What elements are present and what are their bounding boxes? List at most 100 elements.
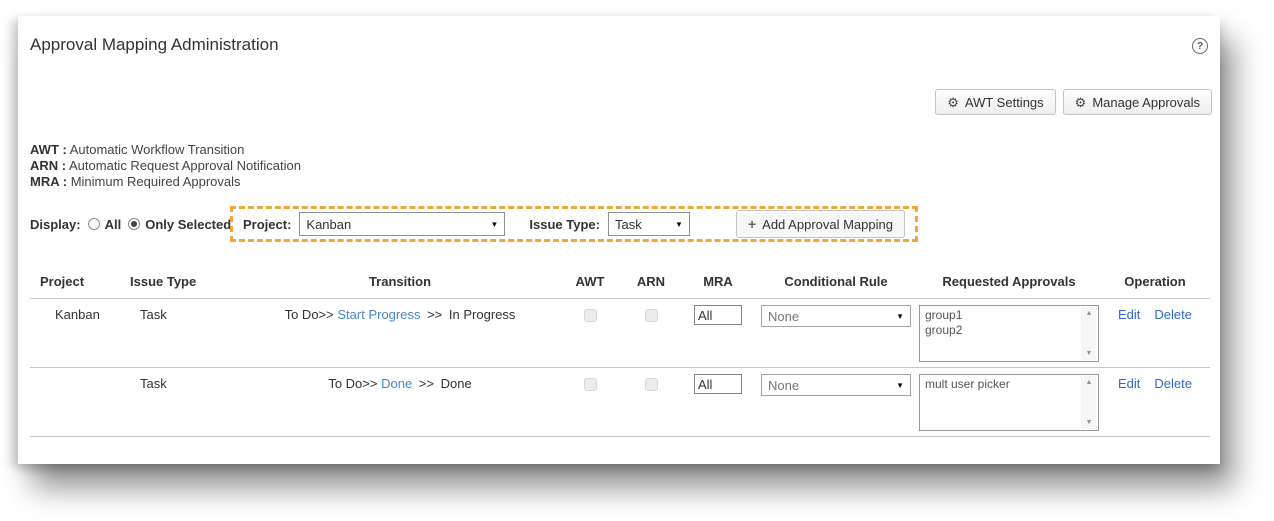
transition-to: In Progress: [448, 307, 516, 322]
header-project: Project: [30, 268, 130, 299]
cell-requested-approvals: group1 group2 ▲ ▼: [918, 298, 1100, 368]
gear-icon: ⚙: [947, 94, 959, 110]
dropdown-arrow-icon: ▼: [896, 311, 904, 321]
display-label: Display:: [30, 216, 81, 232]
issue-type-select[interactable]: Task ▼: [607, 212, 690, 236]
legend-line-mra: MRA : Minimum Required Approvals: [30, 174, 301, 190]
transition-arrow: >>: [418, 376, 434, 391]
cell-requested-approvals: mult user picker ▲ ▼: [918, 367, 1100, 437]
cell-conditional-rule: None ▼: [754, 298, 918, 368]
legend-line-awt: AWT : Automatic Workflow Transition: [30, 142, 301, 158]
cell-project: Kanban: [30, 298, 130, 368]
project-label: Project:: [243, 216, 292, 232]
legend-abbr-awt: AWT :: [30, 142, 67, 157]
awt-checkbox[interactable]: [583, 309, 597, 322]
scroll-down-icon[interactable]: ▼: [1086, 419, 1093, 426]
legend-desc-awt: Automatic Workflow Transition: [69, 142, 245, 157]
manage-approvals-label: Manage Approvals: [1092, 94, 1200, 110]
transition-from: To Do>>: [284, 307, 334, 322]
scroll-down-icon[interactable]: ▼: [1086, 350, 1093, 357]
header-conditional-rule: Conditional Rule: [754, 268, 918, 299]
edit-link[interactable]: Edit: [1118, 307, 1140, 322]
arn-checkbox[interactable]: [644, 378, 658, 391]
arn-checkbox[interactable]: [644, 309, 658, 322]
project-select[interactable]: Kanban ▼: [299, 212, 506, 236]
add-approval-mapping-button[interactable]: + Add Approval Mapping: [735, 210, 905, 238]
dropdown-arrow-icon: ▼: [675, 219, 683, 229]
radio-circle-icon: [87, 218, 100, 230]
cell-transition: To Do>> Done >> Done: [240, 367, 560, 437]
scrollbar[interactable]: ▲ ▼: [1081, 376, 1097, 429]
requested-approvals-text: group1 group2: [925, 308, 963, 337]
radio-all-label: All: [104, 216, 122, 232]
approval-mapping-panel: Approval Mapping Administration ? ⚙ AWT …: [18, 16, 1220, 464]
table-row: Task To Do>> Done >> Done None ▼: [30, 367, 1210, 437]
requested-approvals-box[interactable]: group1 group2 ▲ ▼: [919, 305, 1099, 362]
issue-type-select-value: Task: [614, 216, 642, 232]
conditional-rule-select[interactable]: None ▼: [761, 305, 911, 327]
transition-action-link[interactable]: Start Progress: [337, 307, 420, 322]
legend-desc-arn: Automatic Request Approval Notification: [69, 158, 301, 173]
conditional-rule-value: None: [768, 377, 800, 393]
add-mapping-highlight-box: Project: Kanban ▼ Issue Type: Task ▼ + A…: [230, 206, 918, 242]
table-header-row: Project Issue Type Transition AWT ARN MR…: [30, 268, 1210, 299]
header-arn: ARN: [620, 268, 682, 299]
cell-awt: [560, 298, 620, 368]
transition-action-link[interactable]: Done: [381, 376, 412, 391]
cell-mra: [682, 298, 754, 368]
plus-icon: +: [747, 216, 757, 232]
radio-all[interactable]: All: [87, 216, 122, 232]
scroll-up-icon[interactable]: ▲: [1086, 310, 1093, 317]
mra-input[interactable]: [694, 374, 742, 394]
legend-abbr-mra: MRA :: [30, 174, 68, 189]
header-operation: Operation: [1100, 268, 1210, 299]
conditional-rule-value: None: [768, 308, 800, 324]
mra-input[interactable]: [694, 305, 742, 325]
display-filter-group: Display: All Only Selected: [30, 216, 231, 232]
table-row: Kanban Task To Do>> Start Progress >> In…: [30, 298, 1210, 368]
scroll-up-icon[interactable]: ▲: [1086, 379, 1093, 386]
header-issue-type: Issue Type: [130, 268, 240, 299]
edit-link[interactable]: Edit: [1118, 376, 1140, 391]
requested-approvals-text: mult user picker: [925, 377, 1010, 391]
transition-from: To Do>>: [328, 376, 378, 391]
page-title: Approval Mapping Administration: [30, 35, 279, 54]
cell-arn: [620, 367, 682, 437]
requested-approvals-box[interactable]: mult user picker ▲ ▼: [919, 374, 1099, 431]
cell-issue-type: Task: [130, 298, 240, 368]
header-transition: Transition: [240, 268, 560, 299]
conditional-rule-select[interactable]: None ▼: [761, 374, 911, 396]
issue-type-label: Issue Type:: [529, 216, 600, 232]
radio-only-selected[interactable]: Only Selected: [128, 217, 231, 232]
legend: AWT : Automatic Workflow Transition ARN …: [30, 142, 301, 190]
delete-link[interactable]: Delete: [1154, 307, 1192, 322]
legend-desc-mra: Minimum Required Approvals: [70, 174, 241, 189]
awt-settings-label: AWT Settings: [964, 94, 1044, 110]
awt-settings-button[interactable]: ⚙ AWT Settings: [935, 89, 1056, 115]
header-awt: AWT: [560, 268, 620, 299]
delete-link[interactable]: Delete: [1154, 376, 1192, 391]
awt-checkbox[interactable]: [583, 378, 597, 391]
radio-circle-icon: [128, 218, 141, 230]
project-select-value: Kanban: [306, 216, 352, 232]
cell-conditional-rule: None ▼: [754, 367, 918, 437]
gear-icon: ⚙: [1074, 94, 1087, 110]
legend-line-arn: ARN : Automatic Request Approval Notific…: [30, 158, 301, 174]
cell-project: [30, 367, 130, 437]
scrollbar[interactable]: ▲ ▼: [1081, 307, 1097, 360]
header-requested-approvals: Requested Approvals: [918, 268, 1100, 299]
cell-arn: [620, 298, 682, 368]
cell-mra: [682, 367, 754, 437]
add-approval-mapping-label: Add Approval Mapping: [762, 216, 893, 232]
cell-transition: To Do>> Start Progress >> In Progress: [240, 298, 560, 368]
header-mra: MRA: [682, 268, 754, 299]
transition-arrow: >>: [427, 307, 443, 322]
manage-approvals-button[interactable]: ⚙ Manage Approvals: [1062, 89, 1212, 115]
cell-operation: Edit Delete: [1100, 298, 1210, 368]
toolbar: ⚙ AWT Settings ⚙ Manage Approvals: [935, 89, 1212, 115]
controls-bar: Display: All Only Selected Project: Kanb…: [30, 206, 918, 242]
transition-to: Done: [440, 376, 472, 391]
help-icon[interactable]: ?: [1192, 38, 1208, 54]
cell-awt: [560, 367, 620, 437]
cell-issue-type: Task: [130, 367, 240, 437]
